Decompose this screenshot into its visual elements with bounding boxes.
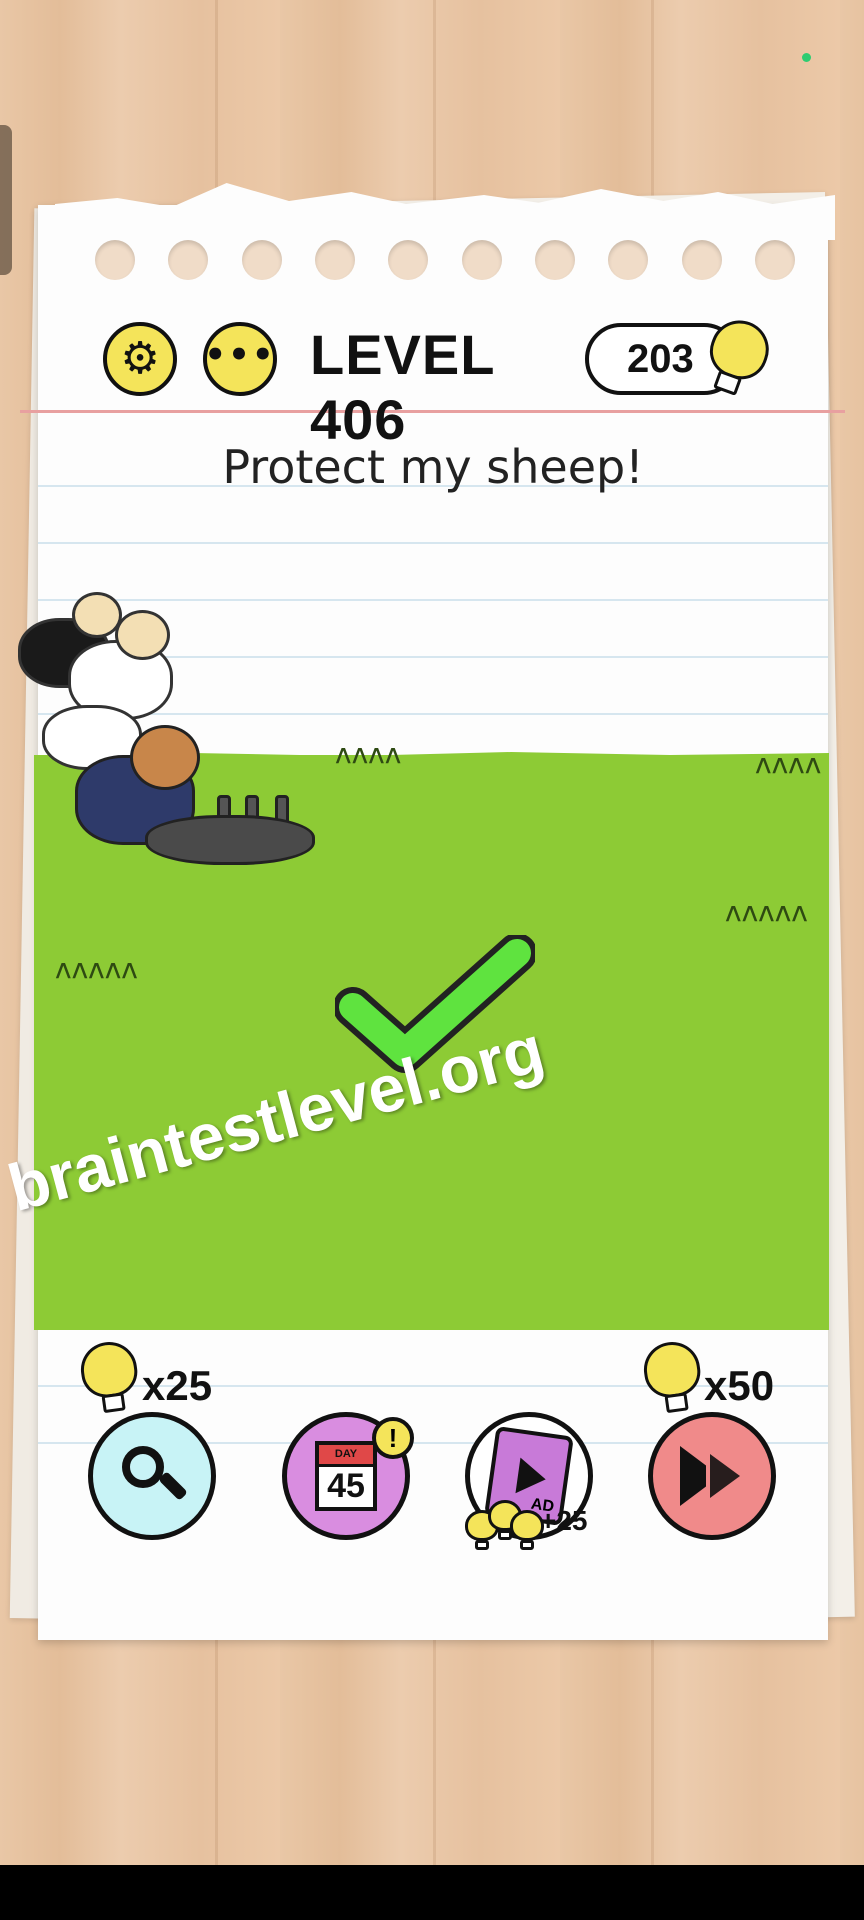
white-sheep-face (115, 610, 170, 660)
ad-reward: +25 (540, 1505, 588, 1536)
gear-icon: ⚙ (120, 333, 160, 384)
lightbulb-icon (510, 1510, 544, 1550)
skip-button[interactable] (648, 1412, 776, 1540)
grass-tuft: ʌʌʌʌʌ (725, 895, 808, 928)
status-dot (802, 53, 811, 62)
side-handle[interactable] (0, 125, 12, 275)
hint-cost: x25 (142, 1362, 213, 1409)
settings-button[interactable]: ⚙ (103, 322, 177, 396)
hint-button[interactable] (88, 1412, 216, 1540)
hint-count-value: 203 (627, 336, 694, 381)
wolf (145, 795, 320, 875)
calendar-icon: DAY 45 (315, 1441, 377, 1511)
lightbulb-icon (77, 1338, 142, 1415)
level-title: LEVEL 406 (310, 323, 495, 451)
binder-holes (95, 240, 795, 280)
alert-badge: ! (372, 1417, 414, 1459)
fast-forward-icon (672, 1446, 752, 1506)
skip-cost: x50 (704, 1362, 775, 1409)
more-dots-icon: ••• (204, 335, 276, 375)
lightbulb-icon (640, 1338, 705, 1415)
question-text: Protect my sheep! (222, 440, 644, 494)
grass-tuft: ʌʌʌʌ (335, 737, 402, 770)
margin-line (20, 410, 845, 413)
menu-button[interactable]: ••• (203, 322, 277, 396)
day-number: 45 (327, 1467, 365, 1505)
grass-tuft: ʌʌʌʌ (755, 747, 822, 780)
navigation-bar (0, 1865, 864, 1920)
magnifier-icon (122, 1446, 188, 1506)
grass-tuft: ʌʌʌʌʌ (55, 952, 138, 985)
